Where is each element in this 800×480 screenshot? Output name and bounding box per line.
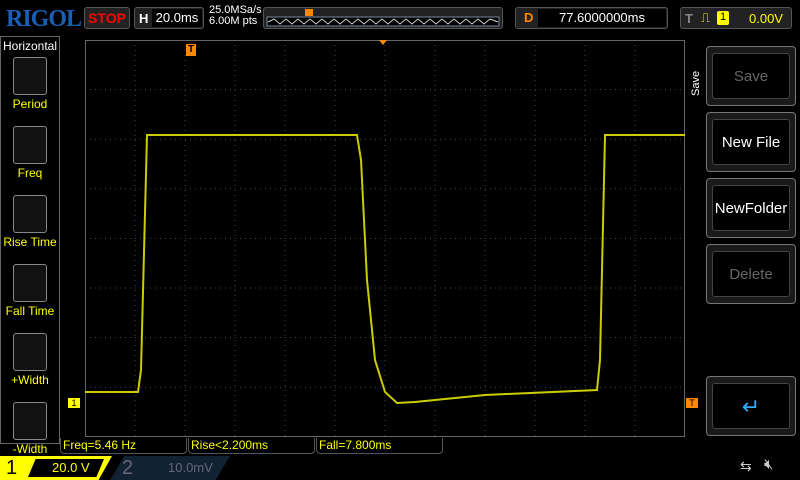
label: New File [712,119,790,165]
d-label: D [524,10,534,25]
timebase-value: 20.0ms [152,9,202,27]
label: Delete [712,251,790,297]
fall-time-icon [13,264,47,302]
rising-edge-icon: ⎍ [701,10,711,25]
measure-fall-time[interactable]: Fall Time [1,264,59,329]
horizontal-measure-menu: Horizontal Period Freq Rise Time Fall Ti… [0,36,60,456]
h-label: H [139,11,149,26]
trigger-time-marker[interactable]: T [186,44,196,56]
trigger-source: 1 [717,11,729,25]
delay-box[interactable]: D 77.6000000ms [515,7,668,29]
ch2-number: 2 [122,457,134,479]
neg-width-icon [13,402,47,440]
t-label: T [685,11,693,26]
label: +Width [11,373,49,387]
delay-value: 77.6000000ms [538,9,666,27]
freq-icon [13,126,47,164]
label: Rise Time [3,235,57,249]
label: Freq [17,166,43,180]
usb-icon: ⇆ [740,458,752,474]
trigger-box[interactable]: T ⎍ 1 0.00V [680,7,792,29]
measure-period[interactable]: Period [1,57,59,122]
label: Period [12,97,48,111]
ch1-scale[interactable]: 20.0 V [28,459,104,477]
measurement-rise: Rise<2.200ms [188,438,315,454]
waveform-display[interactable] [85,40,685,437]
enter-icon: ↵ [712,383,790,429]
measure-freq[interactable]: Freq [1,126,59,191]
save-button[interactable]: Save [706,46,796,106]
period-icon [13,57,47,95]
trigger-position-icon [305,9,313,16]
label: Fall Time [5,304,55,318]
run-stop-status[interactable]: STOP [84,7,130,29]
menu-title: Save [690,70,702,96]
measurement-fall: Fall=7.800ms [316,438,443,454]
measurement-freq: Freq=5.46 Hz [60,438,187,454]
ch1-number: 1 [6,457,18,479]
enter-button[interactable]: ↵ [706,376,796,436]
memory-overview[interactable] [263,7,503,29]
pos-width-icon [13,333,47,371]
ch2-scale: 10.0mV [168,460,213,475]
speaker-muted-icon[interactable]: 🔇︎ [764,456,773,473]
trigger-level: 0.00V [749,11,783,26]
ch1-ground-marker[interactable]: 1 [68,398,80,408]
timebase-box[interactable]: H 20.0ms [134,7,204,29]
memory-depth: 6.00M pts [209,15,258,27]
trigger-position-marker [379,40,387,45]
measure-rise-time[interactable]: Rise Time [1,195,59,260]
new-file-button[interactable]: New File [706,112,796,172]
delete-button[interactable]: Delete [706,244,796,304]
rigol-logo: RIGOL [6,6,82,32]
save-menu: Save Save New File NewFolder Delete ↵ [690,36,800,444]
rise-time-icon [13,195,47,233]
channel-2-tab[interactable]: 2 10.0mV [110,456,230,480]
label: Save [712,53,790,99]
new-folder-button[interactable]: NewFolder [706,178,796,238]
acquisition-info: 25.0MSa/s 6.00M pts [209,5,262,27]
label: NewFolder [712,185,790,231]
label: -Width [12,442,48,456]
menu-title: Horizontal [2,39,58,53]
measure-pos-width[interactable]: +Width [1,333,59,398]
